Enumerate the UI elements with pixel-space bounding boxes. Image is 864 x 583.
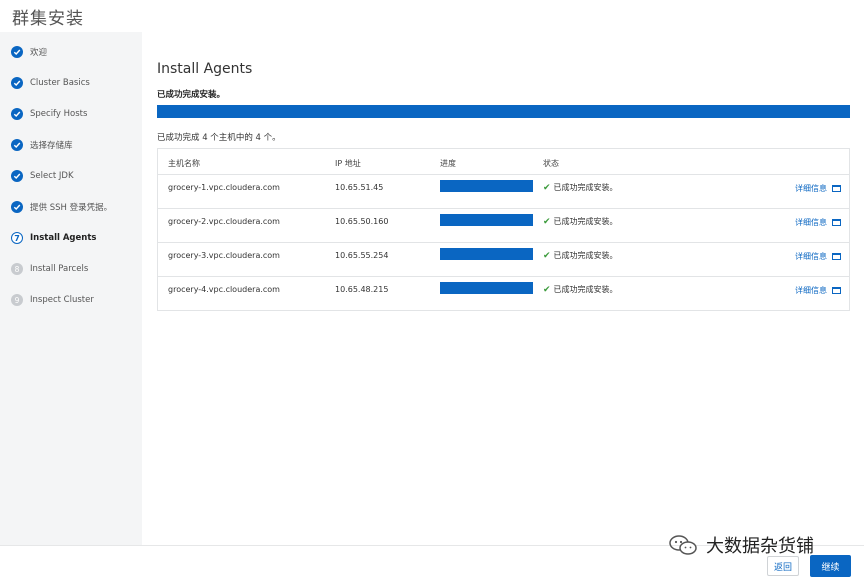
app-header: 群集安装: [0, 0, 864, 32]
host-status: ✔ 已成功完成安装。: [543, 250, 618, 261]
host-status: ✔ 已成功完成安装。: [543, 216, 618, 227]
step-specify-hosts[interactable]: Specify Hosts: [11, 106, 87, 122]
back-button[interactable]: 返回: [767, 556, 799, 576]
details-link[interactable]: 详细信息: [795, 285, 841, 296]
host-status-text: 已成功完成安装。: [553, 251, 618, 260]
details-link[interactable]: 详细信息: [795, 183, 841, 194]
step-label: Specify Hosts: [30, 109, 88, 119]
step-label: Select JDK: [30, 171, 74, 181]
host-name: grocery-4.vpc.cloudera.com: [168, 285, 280, 294]
page-header-title: 群集安装: [12, 9, 84, 29]
step-label: 选择存储库: [30, 141, 73, 151]
step-select-repository[interactable]: 选择存储库: [11, 137, 73, 153]
step-cluster-basics[interactable]: Cluster Basics: [11, 75, 90, 91]
column-header-host: 主机名称: [168, 159, 200, 168]
table-row: grocery-2.vpc.cloudera.com 10.65.50.160 …: [158, 209, 849, 243]
step-number-badge: 8: [11, 263, 23, 275]
overall-progress-bar: [157, 105, 850, 118]
host-progress-bar: [440, 248, 533, 260]
step-welcome[interactable]: 欢迎: [11, 44, 47, 60]
check-circle-icon: [11, 77, 23, 89]
wechat-logo-icon: [669, 535, 697, 555]
details-link-label: 详细信息: [795, 218, 827, 227]
host-progress-bar: [440, 180, 533, 192]
wizard-steps-sidebar: 欢迎 Cluster Basics Specify Hosts 选择存储库 Se…: [0, 32, 142, 545]
checkmark-icon: ✔: [543, 285, 551, 295]
host-status-text: 已成功完成安装。: [553, 183, 618, 192]
host-ip: 10.65.48.215: [335, 285, 389, 294]
open-window-icon: [832, 219, 841, 226]
checkmark-icon: ✔: [543, 217, 551, 227]
details-link-label: 详细信息: [795, 286, 827, 295]
column-header-progress: 进度: [440, 159, 456, 168]
step-install-parcels: 8 Install Parcels: [11, 261, 88, 277]
host-ip: 10.65.50.160: [335, 217, 389, 226]
checkmark-icon: ✔: [543, 251, 551, 261]
continue-button[interactable]: 继续: [810, 555, 851, 577]
install-status-text: 已成功完成安装。: [157, 90, 226, 100]
checkmark-icon: ✔: [543, 183, 551, 193]
table-row: grocery-4.vpc.cloudera.com 10.65.48.215 …: [158, 277, 849, 311]
step-label: Install Parcels: [30, 264, 89, 274]
step-number-badge: 9: [11, 294, 23, 306]
install-summary-text: 已成功完成 4 个主机中的 4 个。: [157, 133, 281, 143]
host-name: grocery-3.vpc.cloudera.com: [168, 251, 280, 260]
open-window-icon: [832, 253, 841, 260]
hosts-table: 主机名称 IP 地址 进度 状态 grocery-1.vpc.cloudera.…: [157, 148, 850, 311]
details-link[interactable]: 详细信息: [795, 251, 841, 262]
check-circle-icon: [11, 108, 23, 120]
main-content: Install Agents 已成功完成安装。 已成功完成 4 个主机中的 4 …: [142, 44, 864, 545]
host-status: ✔ 已成功完成安装。: [543, 284, 618, 295]
check-circle-icon: [11, 46, 23, 58]
host-status-text: 已成功完成安装。: [553, 217, 618, 226]
host-status-text: 已成功完成安装。: [553, 285, 618, 294]
host-status: ✔ 已成功完成安装。: [543, 182, 618, 193]
step-label: Inspect Cluster: [30, 295, 94, 305]
details-link[interactable]: 详细信息: [795, 217, 841, 228]
details-link-label: 详细信息: [795, 252, 827, 261]
host-progress-bar: [440, 282, 533, 294]
step-ssh-credentials[interactable]: 提供 SSH 登录凭据。: [11, 199, 112, 215]
host-name: grocery-2.vpc.cloudera.com: [168, 217, 280, 226]
check-circle-icon: [11, 201, 23, 213]
step-select-jdk[interactable]: Select JDK: [11, 168, 74, 184]
step-install-agents[interactable]: 7 Install Agents: [11, 230, 96, 246]
step-number-badge: 7: [11, 232, 23, 244]
column-header-status: 状态: [543, 159, 559, 168]
table-row: grocery-3.vpc.cloudera.com 10.65.55.254 …: [158, 243, 849, 277]
page-title: Install Agents: [157, 61, 253, 77]
host-ip: 10.65.51.45: [335, 183, 384, 192]
open-window-icon: [832, 185, 841, 192]
table-row: grocery-1.vpc.cloudera.com 10.65.51.45 ✔…: [158, 175, 849, 209]
host-name: grocery-1.vpc.cloudera.com: [168, 183, 280, 192]
host-progress-bar: [440, 214, 533, 226]
step-label: Cluster Basics: [30, 78, 90, 88]
check-circle-icon: [11, 170, 23, 182]
table-header: 主机名称 IP 地址 进度 状态: [158, 149, 849, 175]
details-link-label: 详细信息: [795, 184, 827, 193]
watermark-text: 大数据杂货铺: [706, 536, 814, 557]
step-label: 提供 SSH 登录凭据。: [30, 203, 113, 213]
column-header-ip: IP 地址: [335, 159, 361, 168]
check-circle-icon: [11, 139, 23, 151]
open-window-icon: [832, 287, 841, 294]
step-inspect-cluster: 9 Inspect Cluster: [11, 292, 94, 308]
host-ip: 10.65.55.254: [335, 251, 389, 260]
step-label: Install Agents: [30, 233, 97, 243]
step-label: 欢迎: [30, 48, 48, 58]
watermark: 大数据杂货铺: [668, 532, 814, 558]
